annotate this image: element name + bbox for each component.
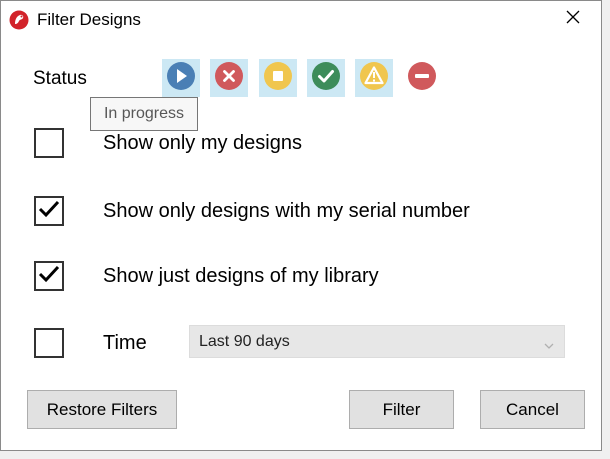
filter-designs-dialog: Filter Designs Status In progress Show o… [0,0,602,451]
status-warning-button[interactable] [355,59,393,97]
status-label: Status [33,68,87,89]
status-paused-button[interactable] [259,59,297,97]
status-completed-button[interactable] [307,59,345,97]
checkmark-icon [38,264,60,289]
show-serial-number-checkbox[interactable] [34,196,64,226]
close-icon [566,10,580,29]
minus-circle-icon [407,61,437,96]
show-library-checkbox[interactable] [34,261,64,291]
play-icon [166,61,196,96]
status-in-progress-button[interactable] [162,59,200,97]
status-tooltip: In progress [90,97,198,131]
show-library-label: Show just designs of my library [103,265,379,287]
stop-square-icon [263,61,293,96]
window-title: Filter Designs [37,10,141,29]
time-range-dropdown[interactable]: Last 90 days [189,325,565,358]
filter-button[interactable]: Filter [349,390,454,429]
show-serial-number-label: Show only designs with my serial number [103,200,470,222]
warning-triangle-icon [359,61,389,96]
cancel-button[interactable]: Cancel [480,390,585,429]
status-cancelled-button[interactable] [210,59,248,97]
restore-filters-button[interactable]: Restore Filters [27,390,177,429]
show-my-designs-label: Show only my designs [103,132,302,154]
x-circle-icon [214,61,244,96]
title-bar: Filter Designs [1,1,601,39]
time-range-value: Last 90 days [199,333,290,350]
app-logo-icon [9,10,29,30]
status-blocked-button[interactable] [403,59,441,97]
chevron-down-icon [544,337,554,355]
check-circle-icon [311,61,341,96]
time-label: Time [103,332,147,354]
time-checkbox[interactable] [34,328,64,358]
close-button[interactable] [551,3,595,35]
checkmark-icon [38,199,60,224]
show-my-designs-checkbox[interactable] [34,128,64,158]
